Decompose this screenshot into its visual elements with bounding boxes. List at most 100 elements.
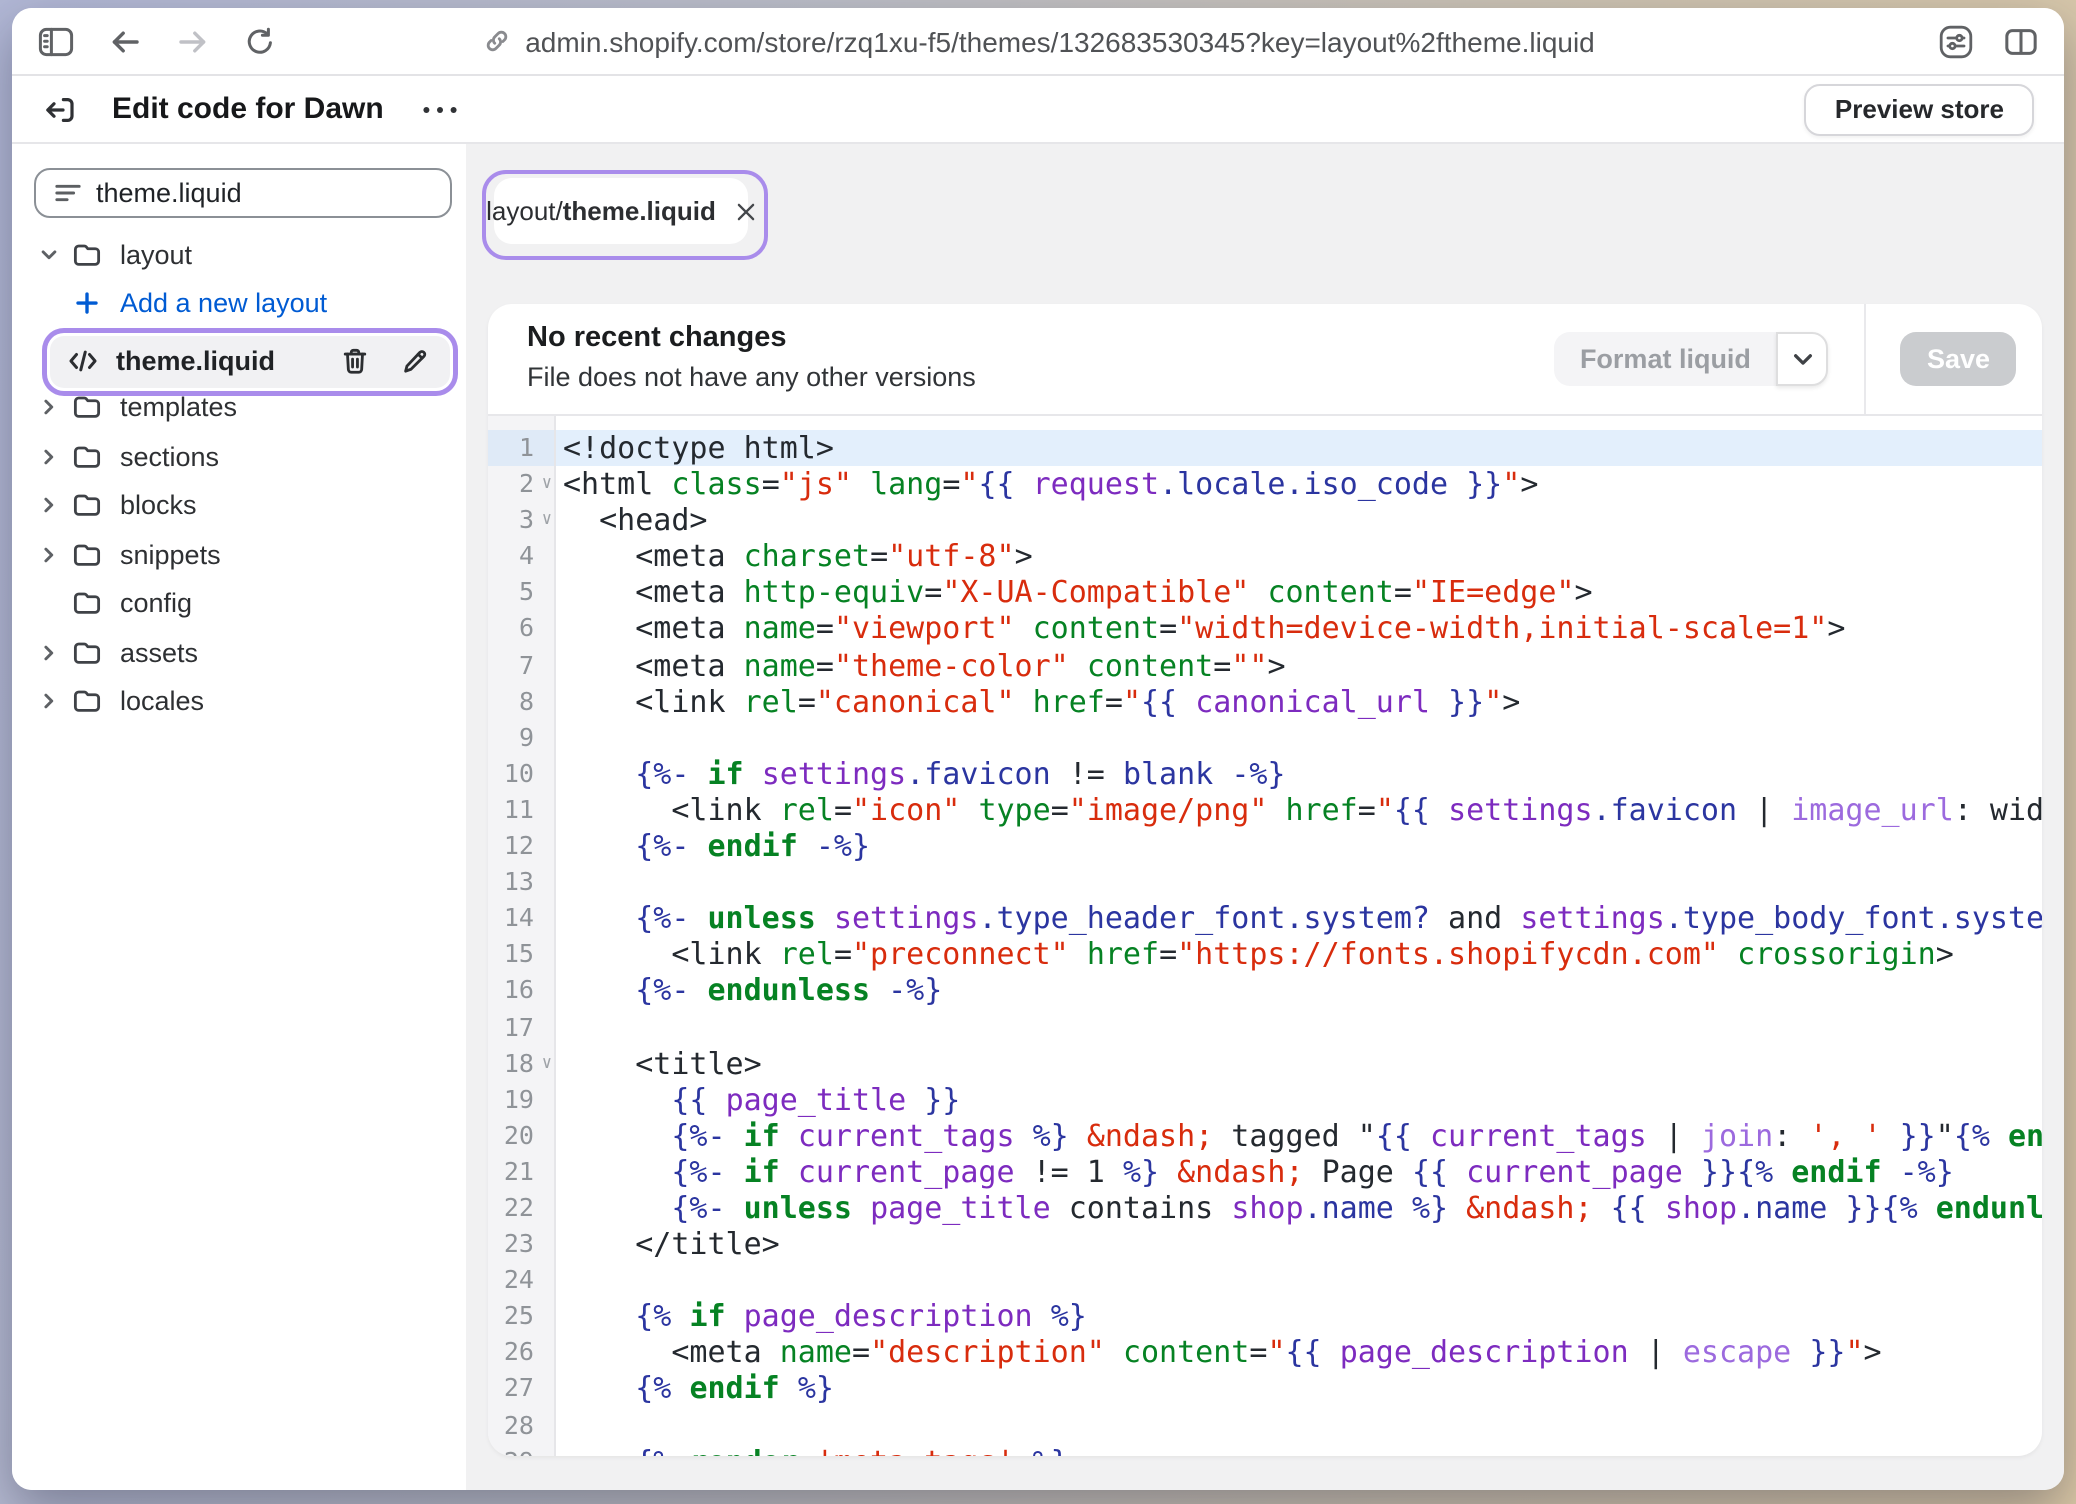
gutter-line[interactable]: 25 bbox=[487, 1299, 554, 1335]
forward-icon[interactable] bbox=[176, 27, 210, 55]
code-line[interactable]: <meta charset="utf-8"> bbox=[563, 539, 2042, 575]
fold-arrow-icon[interactable]: ∨ bbox=[542, 468, 552, 500]
code-line[interactable]: <!doctype html> bbox=[556, 430, 2042, 466]
code-line[interactable]: {% endif %} bbox=[563, 1371, 2042, 1407]
code-line[interactable]: <link rel="canonical" href="{{ canonical… bbox=[563, 683, 2042, 719]
gutter-line[interactable]: 4 bbox=[487, 539, 554, 575]
chevron-right-icon[interactable] bbox=[34, 397, 62, 419]
chevron-right-icon[interactable] bbox=[34, 495, 62, 517]
code-line[interactable]: {%- unless page_title contains shop.name… bbox=[563, 1190, 2042, 1226]
code-line[interactable] bbox=[563, 864, 2042, 900]
gutter-line[interactable]: 16 bbox=[487, 973, 554, 1009]
code-line[interactable] bbox=[563, 1407, 2042, 1443]
back-icon[interactable] bbox=[108, 27, 142, 55]
gutter-line[interactable]: 21 bbox=[487, 1154, 554, 1190]
code-line[interactable]: <head> bbox=[563, 502, 2042, 538]
code-line[interactable]: <meta name="theme-color" content=""> bbox=[563, 647, 2042, 683]
gutter-line[interactable]: 1 bbox=[487, 430, 554, 466]
gutter-line[interactable]: 7 bbox=[487, 647, 554, 683]
code-line[interactable]: <link rel="icon" type="image/png" href="… bbox=[563, 792, 2042, 828]
gutter-line[interactable]: 8 bbox=[487, 683, 554, 719]
code-line[interactable]: {%- endif -%} bbox=[563, 828, 2042, 864]
code-line[interactable] bbox=[563, 1262, 2042, 1298]
gutter-line[interactable]: 6 bbox=[487, 611, 554, 647]
code-line[interactable]: {%- if current_page != 1 %} &ndash; Page… bbox=[563, 1154, 2042, 1190]
gutter-line[interactable]: 14 bbox=[487, 900, 554, 936]
code-editor[interactable]: 12∨3∨456789101112131415161718∨1920212223… bbox=[487, 416, 2042, 1455]
gutter-line[interactable]: 22 bbox=[487, 1190, 554, 1226]
save-button[interactable]: Save bbox=[1901, 332, 2016, 386]
code-line[interactable]: {%- unless settings.type_header_font.sys… bbox=[563, 900, 2042, 936]
gutter-line[interactable]: 20 bbox=[487, 1118, 554, 1154]
add-layout-button[interactable]: Add a new layout bbox=[22, 279, 451, 328]
fold-arrow-icon[interactable]: ∨ bbox=[542, 1047, 552, 1079]
preview-store-button[interactable]: Preview store bbox=[1805, 83, 2034, 135]
gutter-line[interactable]: 2∨ bbox=[487, 466, 554, 502]
gutter-line[interactable]: 15 bbox=[487, 937, 554, 973]
reload-icon[interactable] bbox=[244, 25, 276, 57]
gutter-line[interactable]: 28 bbox=[487, 1407, 554, 1443]
gutter-line[interactable]: 24 bbox=[487, 1262, 554, 1298]
gutter-line[interactable]: 3∨ bbox=[487, 502, 554, 538]
code-line[interactable]: <html class="js" lang="{{ request.locale… bbox=[563, 466, 2042, 502]
gutter-line[interactable]: 17 bbox=[487, 1009, 554, 1045]
delete-file-button[interactable] bbox=[339, 347, 369, 377]
code-line[interactable]: <title> bbox=[563, 1045, 2042, 1081]
rename-file-button[interactable] bbox=[399, 347, 429, 377]
search-input[interactable] bbox=[96, 178, 431, 208]
sidebar-item-config[interactable]: config bbox=[22, 579, 451, 628]
sidebar-item-snippets[interactable]: snippets bbox=[22, 530, 451, 579]
code-line[interactable]: <meta name="description" content="{{ pag… bbox=[563, 1335, 2042, 1371]
code-line[interactable]: {% render 'meta-tags' %} bbox=[563, 1443, 2042, 1455]
gutter-line[interactable]: 12 bbox=[487, 828, 554, 864]
code-line[interactable]: <meta http-equiv="X-UA-Compatible" conte… bbox=[563, 575, 2042, 611]
gutter-line[interactable]: 29 bbox=[487, 1443, 554, 1455]
code-line[interactable]: {% if page_description %} bbox=[563, 1299, 2042, 1335]
chevron-right-icon[interactable] bbox=[34, 691, 62, 713]
gutter-line[interactable]: 19 bbox=[487, 1081, 554, 1117]
code-line[interactable]: <meta name="viewport" content="width=dev… bbox=[563, 611, 2042, 647]
file-search[interactable] bbox=[34, 168, 451, 218]
url-bar[interactable]: admin.shopify.com/store/rzq1xu-f5/themes… bbox=[481, 25, 1595, 57]
gutter-line[interactable]: 26 bbox=[487, 1335, 554, 1371]
sidebar-item-assets[interactable]: assets bbox=[22, 628, 451, 677]
more-menu-icon[interactable] bbox=[422, 105, 458, 113]
format-liquid-label[interactable]: Format liquid bbox=[1554, 332, 1777, 386]
gutter-line[interactable]: 27 bbox=[487, 1371, 554, 1407]
gutter-line[interactable]: 10 bbox=[487, 756, 554, 792]
code-line[interactable] bbox=[563, 720, 2042, 756]
sidebar-item-locales[interactable]: locales bbox=[22, 677, 451, 726]
chevron-right-icon[interactable] bbox=[34, 544, 62, 566]
editor-code[interactable]: <!doctype html><html class="js" lang="{{… bbox=[556, 416, 2042, 1455]
code-line[interactable] bbox=[563, 1009, 2042, 1045]
fold-arrow-icon[interactable]: ∨ bbox=[542, 504, 552, 536]
tab-theme-liquid[interactable]: layout/theme.liquid bbox=[494, 178, 748, 244]
gutter-line[interactable]: 11 bbox=[487, 792, 554, 828]
chevron-right-icon[interactable] bbox=[34, 446, 62, 468]
sidebar-item-theme-liquid[interactable]: theme.liquid bbox=[50, 336, 449, 387]
exit-icon[interactable] bbox=[42, 93, 78, 125]
code-line[interactable]: </title> bbox=[563, 1226, 2042, 1262]
gutter-line[interactable]: 13 bbox=[487, 864, 554, 900]
sidebar-item-templates[interactable]: templates bbox=[22, 383, 451, 432]
chevron-right-icon[interactable] bbox=[34, 642, 62, 664]
sidebar-item-sections[interactable]: sections bbox=[22, 432, 451, 481]
code-line[interactable]: {%- if current_tags %} &ndash; tagged "{… bbox=[563, 1118, 2042, 1154]
gutter-line[interactable]: 18∨ bbox=[487, 1045, 554, 1081]
page-settings-icon[interactable] bbox=[1938, 23, 1974, 59]
sidebar-item-blocks[interactable]: blocks bbox=[22, 481, 451, 530]
code-line[interactable]: {%- endunless -%} bbox=[563, 973, 2042, 1009]
code-line[interactable]: {{ page_title }} bbox=[563, 1081, 2042, 1117]
close-icon[interactable] bbox=[736, 201, 756, 221]
gutter-line[interactable]: 5 bbox=[487, 575, 554, 611]
code-line[interactable]: <link rel="preconnect" href="https://fon… bbox=[563, 937, 2042, 973]
gutter-line[interactable]: 9 bbox=[487, 720, 554, 756]
code-line[interactable]: {%- if settings.favicon != blank -%} bbox=[563, 756, 2042, 792]
chevron-down-icon[interactable] bbox=[34, 244, 62, 266]
sidebar-toggle-icon[interactable] bbox=[38, 25, 74, 57]
gutter-line[interactable]: 23 bbox=[487, 1226, 554, 1262]
split-view-icon[interactable] bbox=[2004, 25, 2038, 57]
format-options-dropdown[interactable] bbox=[1777, 332, 1829, 386]
sidebar-item-layout[interactable]: layout bbox=[22, 230, 451, 279]
editor-gutter[interactable]: 12∨3∨456789101112131415161718∨1920212223… bbox=[487, 416, 556, 1455]
